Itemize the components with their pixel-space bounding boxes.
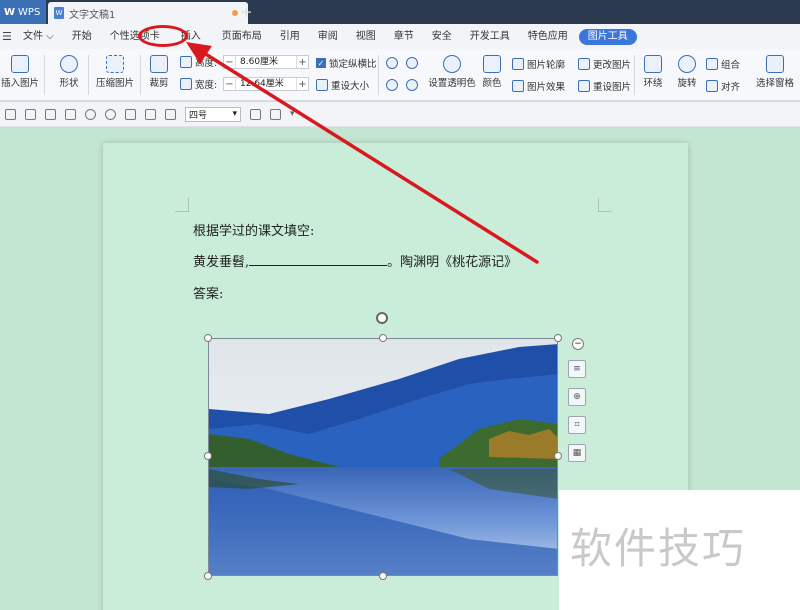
annotation-arrow bbox=[186, 42, 539, 264]
